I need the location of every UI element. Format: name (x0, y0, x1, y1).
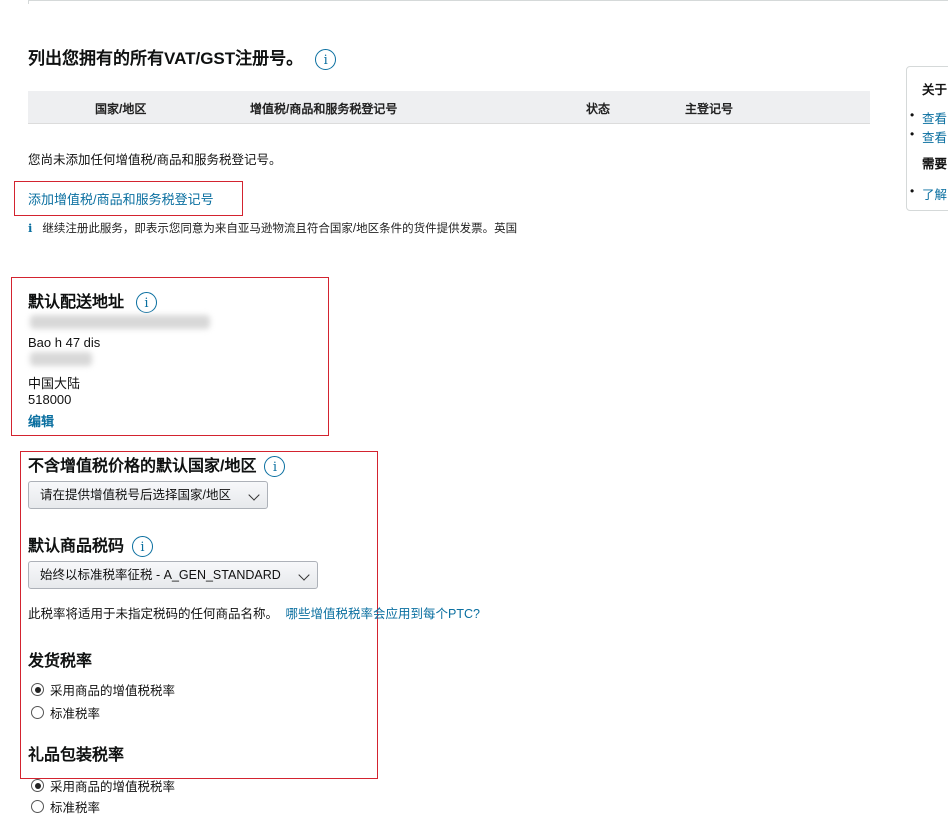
shipping-option-standard[interactable]: 标准税率 (31, 703, 100, 722)
chevron-down-icon (248, 489, 260, 501)
side-link-1[interactable]: 查看 (922, 108, 947, 127)
bullet: • (910, 184, 915, 198)
side-need-heading: 需要 (922, 157, 948, 171)
notice: i 继续注册此服务，即表示您同意为来自亚马逊物流且符合国家/地区条件的货件提供发票… (28, 220, 517, 236)
redacted-address-line (30, 315, 210, 329)
ptc-select[interactable]: 始终以标准税率征税 - A_GEN_STANDARD (28, 561, 318, 589)
add-vat-link[interactable]: 添加增值税/商品和服务税登记号 (28, 189, 214, 208)
ptc-note: 此税率将适用于未指定税码的任何商品名称。 (28, 607, 279, 621)
notice-text: 继续注册此服务，即表示您同意为来自亚马逊物流且符合国家/地区条件的货件提供发票。… (42, 223, 518, 235)
vat-table-header: 国家/地区 增值税/商品和服务税登记号 状态 主登记号 (28, 91, 870, 124)
radio-icon[interactable] (31, 779, 44, 792)
ptc-title: 默认商品税码 i (28, 532, 154, 558)
radio-label: 标准税率 (50, 707, 101, 721)
ptc-select-value: 始终以标准税率征税 - A_GEN_STANDARD (40, 568, 281, 582)
side-link-2[interactable]: 查看 (922, 127, 947, 146)
ptc-note-row: 此税率将适用于未指定税码的任何商品名称。 哪些增值税税率会应用到每个PTC? (28, 603, 480, 622)
vat-heading-text: 列出您拥有的所有VAT/GST注册号。 (28, 49, 304, 68)
info-icon[interactable]: i (315, 49, 337, 71)
col-registration-number[interactable]: 增值税/商品和服务税登记号 (250, 100, 397, 117)
side-panel-title: 关于 (922, 83, 948, 97)
side-panel: 关于 • 查看 • 查看 需要 • 了解 (906, 66, 948, 211)
address-postcode: 518000 (28, 392, 72, 407)
radio-icon[interactable] (31, 683, 44, 696)
address-title: 默认配送地址 i (28, 288, 158, 314)
radio-icon[interactable] (31, 800, 44, 813)
redacted-address-line (30, 352, 92, 366)
col-primary[interactable]: 主登记号 (685, 100, 733, 117)
vat-heading: 列出您拥有的所有VAT/GST注册号。 i (28, 44, 337, 71)
radio-label: 标准税率 (50, 801, 101, 815)
shipping-option-item-rate[interactable]: 采用商品的增值税税率 (31, 680, 175, 699)
chevron-down-icon (298, 569, 310, 581)
address-line: Bao h 47 dis (28, 335, 101, 350)
gift-wrap-rate-title: 礼品包装税率 (28, 747, 125, 764)
side-link-3[interactable]: 了解 (922, 184, 947, 203)
radio-label: 采用商品的增值税税率 (50, 684, 176, 698)
default-country-select[interactable]: 请在提供增值税号后选择国家/地区 (28, 481, 268, 509)
address-country: 中国大陆 (28, 376, 81, 391)
edit-address-link[interactable]: 编辑 (28, 411, 54, 430)
bullet: • (910, 108, 915, 122)
info-icon[interactable]: i (136, 292, 158, 314)
address-title-text: 默认配送地址 (28, 294, 125, 311)
default-country-title-text: 不含增值税价格的默认国家/地区 (28, 458, 257, 475)
top-divider-edge (28, 0, 29, 4)
notice-info-icon: i (28, 221, 33, 235)
default-country-select-value: 请在提供增值税号后选择国家/地区 (40, 488, 231, 502)
empty-message: 您尚未添加任何增值税/商品和服务税登记号。 (28, 153, 282, 167)
info-icon[interactable]: i (264, 456, 286, 478)
col-country[interactable]: 国家/地区 (95, 100, 146, 117)
gift-option-item-rate[interactable]: 采用商品的增值税税率 (31, 776, 175, 795)
top-divider (28, 0, 948, 1)
info-icon[interactable]: i (132, 536, 154, 558)
gift-option-standard[interactable]: 标准税率 (31, 797, 100, 816)
col-status[interactable]: 状态 (586, 100, 610, 117)
bullet: • (910, 127, 915, 141)
ptc-rates-link[interactable]: 哪些增值税税率会应用到每个PTC? (286, 607, 480, 621)
shipping-rate-title: 发货税率 (28, 653, 93, 670)
radio-label: 采用商品的增值税税率 (50, 780, 176, 794)
ptc-title-text: 默认商品税码 (28, 538, 125, 555)
default-country-title: 不含增值税价格的默认国家/地区 i (28, 452, 286, 478)
radio-icon[interactable] (31, 706, 44, 719)
